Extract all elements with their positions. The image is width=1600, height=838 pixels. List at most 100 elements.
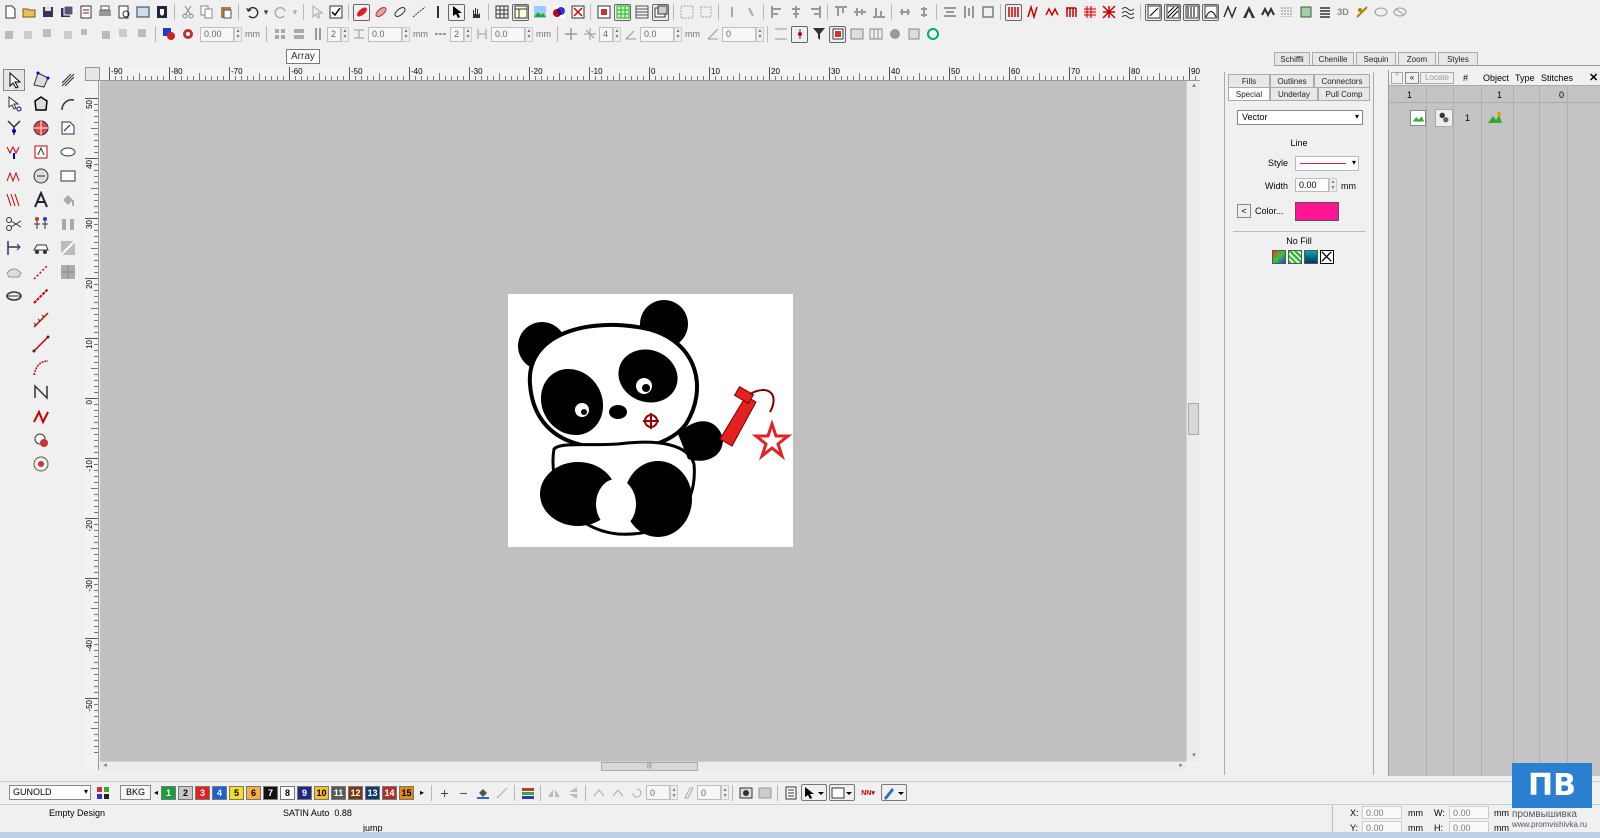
palette-icon[interactable] [94,784,111,801]
node-edit-icon[interactable] [3,93,25,115]
manual-stitch-icon[interactable] [3,189,25,211]
comb-icon[interactable] [1062,4,1079,21]
align-center-icon[interactable] [787,4,804,21]
stitch-edit-icon[interactable] [3,141,25,163]
thread-swatch-8[interactable]: 8 [280,785,296,800]
pattern-fill-icon[interactable] [372,4,389,21]
align-left-icon[interactable] [768,4,785,21]
freehand-icon[interactable] [30,405,52,427]
target-icon[interactable] [30,453,52,475]
tatami-icon[interactable] [1221,4,1238,21]
print-icon[interactable] [96,4,113,21]
outline-fill-icon[interactable] [391,4,408,21]
stitch-type-3-icon[interactable] [1183,3,1200,21]
fill-pattern-icon[interactable] [1081,4,1098,21]
view-options-icon[interactable] [848,26,865,43]
mirror-v-icon[interactable] [564,784,581,801]
pattern-icon[interactable] [3,261,25,283]
triple-run-icon[interactable] [30,309,52,331]
angle-input[interactable]: 0 [722,26,756,42]
binoculars-icon[interactable] [57,213,79,235]
zoom-out-icon[interactable]: − [455,784,472,801]
array-count-spinner[interactable]: ▲ ▼ [341,26,349,42]
unlock-icon[interactable] [742,4,759,21]
thread-chart-select[interactable]: GUNOLD ▾ [9,785,91,800]
satin-view-icon[interactable] [1024,4,1041,21]
array-vspacing-icon[interactable] [473,26,490,43]
curve-line-icon[interactable] [30,357,52,379]
image-icon[interactable] [531,4,548,21]
color-swap-icon[interactable] [160,26,177,43]
ellipse-icon[interactable] [57,141,79,163]
array-horizontal-icon[interactable] [432,26,449,43]
thread-swatch-13[interactable]: 13 [365,785,381,800]
gradient-icon[interactable] [57,237,79,259]
lock-icon[interactable] [723,4,740,21]
array-rows-icon[interactable] [290,26,307,43]
stitch-order-icon[interactable] [791,25,808,43]
tab-schiffli[interactable]: Schiffli [1274,52,1310,65]
array-count-input[interactable]: 2 [327,26,341,42]
hoop-settings-icon[interactable] [1391,4,1408,21]
tab-chenille[interactable]: Chenille [1312,52,1354,65]
record-icon[interactable] [886,26,903,43]
arc-icon[interactable] [57,93,79,115]
tab-fills[interactable]: Fills [1228,74,1270,87]
rectangle-icon[interactable] [57,165,79,187]
group-icon[interactable] [678,4,695,21]
bezier-icon[interactable] [30,381,52,403]
tab-outlines[interactable]: Outlines [1270,74,1314,87]
export-icon[interactable] [134,4,151,21]
array-count2-input[interactable]: 2 [450,26,464,42]
import-icon[interactable] [77,4,94,21]
weld-icon[interactable] [58,26,75,43]
array-dx-input[interactable]: 0.0 [368,26,402,42]
thread-swatch-4[interactable]: 4 [212,785,228,800]
distribute-v-icon[interactable] [915,4,932,21]
vertical-scroll-thumb[interactable] [1188,403,1199,435]
branch-icon[interactable] [3,117,25,139]
rotate-value-spinner[interactable]: ▲ ▼ [674,26,682,42]
table-icon[interactable] [512,3,529,21]
reshape-icon[interactable] [30,69,52,91]
thread-swatch-5[interactable]: 5 [229,785,245,800]
shape-icon[interactable] [134,26,151,43]
align-top-icon[interactable] [832,4,849,21]
rotate-value-input[interactable]: 0.0 [640,26,674,42]
color-image-icon[interactable] [550,4,567,21]
horizontal-scroll-thumb[interactable]: ||| [601,762,698,771]
rotate-angle-spinner[interactable]: ▲ ▼ [670,785,679,800]
array-spacing-icon[interactable] [350,26,367,43]
scissors-icon[interactable] [3,213,25,235]
bean-stitch-icon[interactable] [30,285,52,307]
ring-icon[interactable] [3,285,25,307]
hoop-refresh-icon[interactable] [924,26,941,43]
texture-icon[interactable] [57,261,79,283]
rotate-count-spinner[interactable]: ▲ ▼ [613,26,621,42]
hoop-icon[interactable] [1372,4,1389,21]
color-swatch[interactable] [1295,202,1339,221]
tab-styles[interactable]: Styles [1438,52,1478,65]
thread-swatch-2[interactable]: 2 [178,785,194,800]
scroll-up-arrow[interactable]: ▴ [1188,81,1200,91]
rotate-angle-icon[interactable] [622,26,639,43]
ungroup-small-icon[interactable] [1,26,18,43]
rotate-angle-icon[interactable] [628,784,645,801]
panda-design-image[interactable] [508,294,793,547]
text-tool-icon[interactable] [30,189,52,211]
break-icon[interactable] [20,26,37,43]
thread-swatch-12[interactable]: 12 [348,785,364,800]
polygon-icon[interactable] [30,93,52,115]
collapse-icon[interactable]: ^ [1391,72,1403,84]
pointer-icon[interactable] [3,69,25,91]
angle-icon[interactable] [704,26,721,43]
angle-spinner[interactable]: ▲ ▼ [756,26,764,42]
width-spinner[interactable]: ▲ ▼ [1329,178,1337,192]
capture-icon[interactable] [737,784,754,801]
redo-dropdown-icon[interactable]: ▾ [291,4,299,21]
array-count2-spinner[interactable]: ▲ ▼ [464,26,472,42]
view-mode-icon[interactable] [829,784,856,801]
print-preview-icon[interactable] [115,4,132,21]
text-outline-icon[interactable] [30,141,52,163]
zoom-in-icon[interactable]: + [436,784,453,801]
